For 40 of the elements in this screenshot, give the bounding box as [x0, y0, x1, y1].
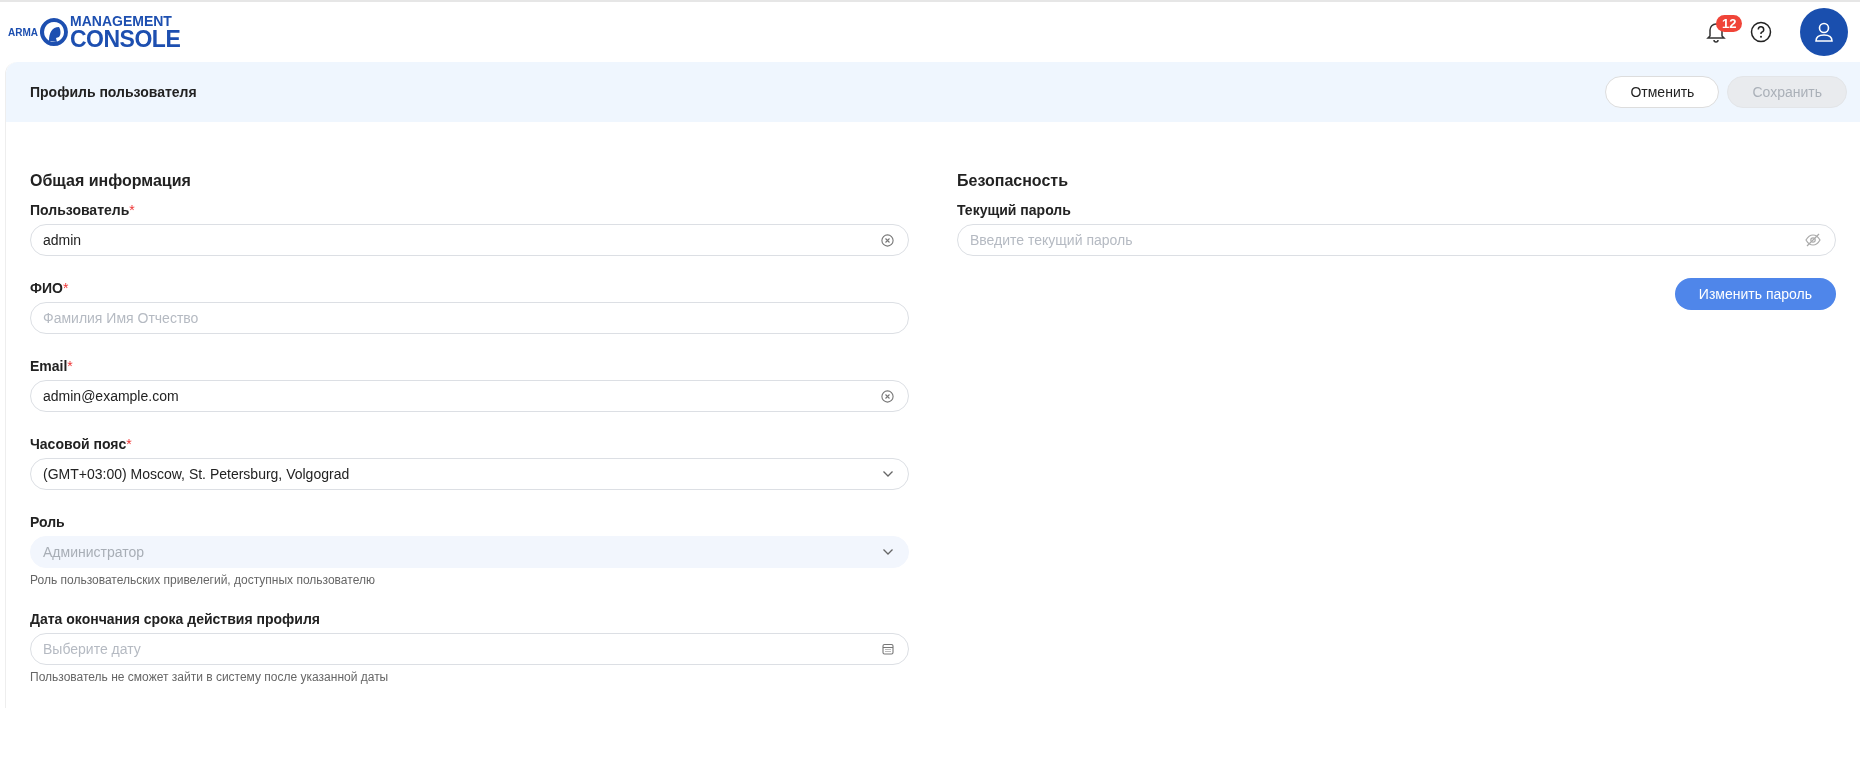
field-label: Текущий пароль — [957, 202, 1072, 218]
clear-icon[interactable] — [881, 389, 894, 403]
input-field[interactable]: admin@example.com — [30, 380, 909, 412]
logo-subtitle: CONSOLE — [70, 27, 181, 51]
field-label: Часовой пояс* — [30, 436, 133, 452]
field-placeholder: Выберите дату — [43, 641, 141, 657]
field-hint: Пользователь не сможет зайти в систему после указанной даты — [30, 670, 390, 684]
field-value: admin — [43, 232, 82, 248]
password-field[interactable]: Введите текущий пароль — [957, 224, 1836, 256]
field-value: admin@example.com — [43, 388, 179, 404]
chevron-down-icon — [882, 548, 894, 556]
dropdown[interactable]: (GMT+03:00) Moscow, St. Petersburg, Volgograd — [30, 458, 909, 490]
logo-title: MANAGEMENT — [70, 13, 173, 28]
input-field[interactable]: Фамилия Имя Отчество — [30, 302, 909, 334]
date-field[interactable]: Выберите дату — [30, 633, 909, 665]
field-hint: Роль пользовательских привелегий, доступных пользователю — [30, 573, 376, 587]
field-value: Администратор — [43, 544, 144, 560]
field-label: Email* — [30, 358, 74, 374]
input-field[interactable]: admin — [30, 224, 909, 256]
section-title: Безопасность — [957, 172, 1069, 190]
change-password-button[interactable]: Изменить пароль — [1674, 278, 1836, 310]
logo[interactable]: ARMA MANAGEMENT CONSOLE — [8, 13, 181, 51]
help-icon[interactable] — [1750, 21, 1772, 43]
eye-off-icon[interactable] — [1805, 233, 1821, 247]
field-placeholder: Введите текущий пароль — [970, 232, 1133, 248]
field-placeholder: Фамилия Имя Отчество — [43, 310, 199, 326]
section-title: Общая информация — [30, 172, 192, 190]
user-avatar[interactable] — [1800, 8, 1848, 56]
calendar-icon[interactable] — [882, 643, 894, 655]
field-label: Пользователь* — [30, 202, 136, 218]
page-title: Профиль пользователя — [30, 84, 197, 100]
notification-badge: 12 — [1716, 15, 1743, 32]
logo-prefix: ARMA — [8, 26, 38, 38]
clear-icon[interactable] — [881, 233, 894, 247]
field-label: ФИО* — [30, 280, 70, 296]
field-value: (GMT+03:00) Moscow, St. Petersburg, Volgograd — [43, 466, 350, 482]
field-label: Дата окончания срока действия профиля — [30, 611, 321, 627]
chevron-down-icon — [882, 470, 894, 478]
field-label: Роль — [30, 514, 66, 530]
cancel-button[interactable]: Отменить — [1605, 76, 1720, 108]
